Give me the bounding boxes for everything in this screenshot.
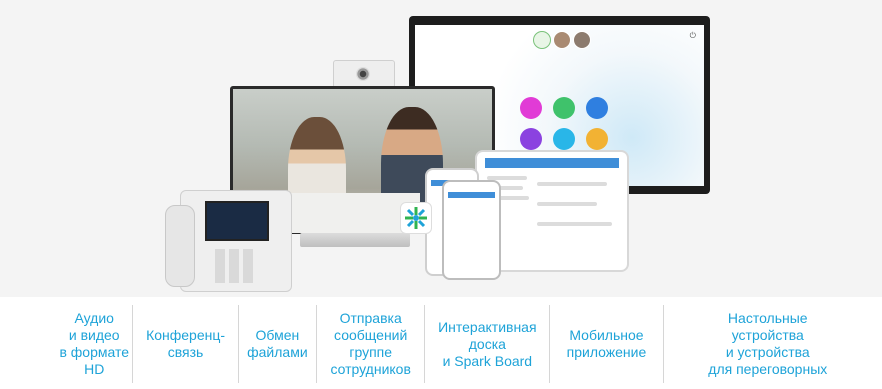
tablet-chat-line [537, 202, 597, 206]
files-icon [553, 128, 575, 150]
feature-file-sharing: Обмен файлами [239, 305, 318, 383]
spark-logo-icon [400, 202, 432, 234]
feature-mobile-app: Мобильное приложение [550, 305, 664, 383]
people-icon [586, 128, 608, 150]
feature-list: Аудио и видео в формате HD Конференц- св… [56, 305, 872, 383]
product-hero-image: ⏻ [0, 0, 882, 297]
smartphone-front [442, 180, 501, 280]
mobile-header-bar [448, 192, 495, 198]
feature-team-messaging: Отправка сообщений группе сотрудников [317, 305, 426, 383]
feature-conferencing: Конференц- связь [133, 305, 239, 383]
meeting-table [270, 193, 420, 233]
screen-stand [300, 233, 410, 247]
share-icon [520, 128, 542, 150]
phone-handset [165, 205, 195, 287]
power-icon: ⏻ [689, 31, 696, 40]
feature-hd-audio-video: Аудио и видео в формате HD [56, 305, 134, 383]
participant-avatars [533, 31, 591, 49]
whiteboard-icon [586, 97, 608, 119]
tablet-chat-line [537, 222, 612, 226]
phone-keypad [215, 249, 255, 283]
desk-phone [180, 190, 292, 292]
feature-desk-room-devices: Настольные устройства и устройства для п… [708, 310, 828, 377]
feature-whiteboard: Интерактивная доска и Spark Board [425, 305, 551, 383]
tablet-chat-line [537, 182, 607, 186]
avatar [573, 31, 591, 49]
call-icon [553, 97, 575, 119]
tablet-header-bar [485, 158, 619, 168]
camera-lens [356, 67, 370, 81]
camera [333, 60, 395, 88]
avatar [553, 31, 571, 49]
avatar [533, 31, 551, 49]
phone-display [205, 201, 269, 241]
message-icon [520, 97, 542, 119]
